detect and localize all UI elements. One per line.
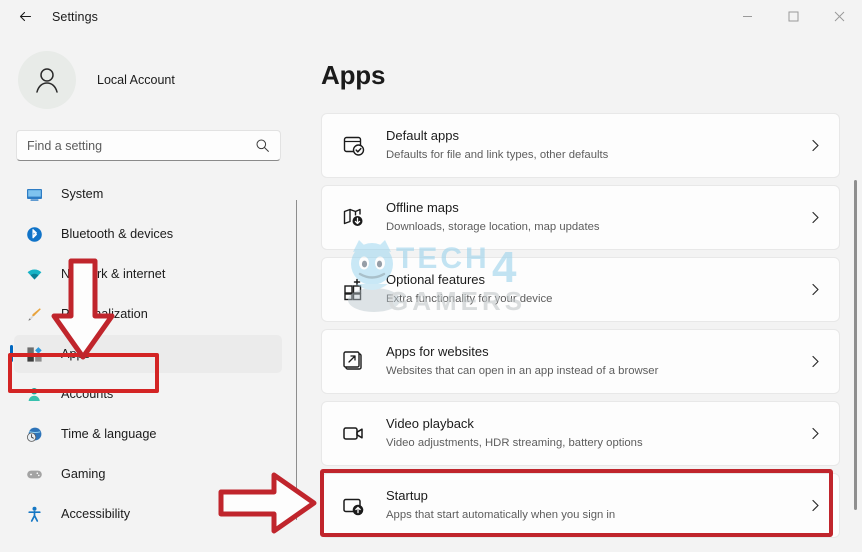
sidebar-item-apps[interactable]: Apps [10,335,282,373]
bluetooth-icon [25,225,44,244]
chevron-right-icon [808,354,823,369]
sidebar-nav: System Bluetooth & devices Network & int… [0,175,296,533]
card-text: Video playback Video adjustments, HDR st… [386,415,808,452]
accessibility-person-icon [25,505,44,524]
sidebar-item-label: Accessibility [61,507,131,521]
optional-features-icon [341,277,367,303]
sidebar-item-system[interactable]: System [14,175,282,213]
wifi-icon [25,265,44,284]
card-subtitle: Apps that start automatically when you s… [386,508,616,521]
sidebar-item-label: Gaming [61,467,106,481]
sidebar-item-bluetooth-devices[interactable]: Bluetooth & devices [14,215,282,253]
chevron-right-icon [808,138,823,153]
card-text: Optional features Extra functionality fo… [386,271,808,308]
card-subtitle: Downloads, storage location, map updates [386,220,600,233]
search-input[interactable] [27,138,255,153]
card-title: Startup [386,488,428,504]
card-video-playback[interactable]: Video playback Video adjustments, HDR st… [321,401,840,466]
sidebar-divider [296,200,297,520]
avatar [18,51,76,109]
content-scrollbar[interactable] [852,140,859,540]
card-subtitle: Video adjustments, HDR streaming, batter… [386,436,643,449]
video-playback-icon [341,421,367,447]
monitor-icon [25,185,44,204]
card-text: Apps for websites Websites that can open… [386,343,808,380]
close-button[interactable] [816,0,862,33]
card-text: Startup Apps that start automatically wh… [386,487,808,524]
sidebar-item-label: Accounts [61,387,114,401]
chevron-right-icon [808,282,823,297]
minimize-icon [742,16,752,17]
search-box[interactable] [16,130,281,161]
sidebar-item-personalization[interactable]: Personalization [14,295,282,333]
back-button[interactable] [8,2,42,32]
clock-globe-icon [25,425,44,444]
card-title: Default apps [386,128,459,144]
card-title: Apps for websites [386,344,489,360]
card-text: Default apps Defaults for file and link … [386,127,808,164]
page-title: Apps [321,60,386,90]
sidebar-item-gaming[interactable]: Gaming [14,455,282,493]
window-controls [724,0,862,33]
default-apps-icon [341,133,367,159]
maximize-icon [788,11,798,22]
sidebar: Local Account System [0,33,296,552]
game-controller-icon [25,465,44,484]
main-content: Apps Default apps Defaults for file and … [300,33,862,552]
chevron-right-icon [808,426,823,441]
sidebar-item-time-language[interactable]: Time & language [14,415,282,453]
card-title: Optional features [386,272,486,288]
card-startup[interactable]: Startup Apps that start automatically wh… [321,473,840,538]
card-default-apps[interactable]: Default apps Defaults for file and link … [321,113,840,178]
back-arrow-icon [19,11,31,22]
minimize-button[interactable] [724,0,770,33]
card-optional-features[interactable]: Optional features Extra functionality fo… [321,257,840,322]
card-title: Video playback [386,416,474,432]
maximize-button[interactable] [770,0,816,33]
settings-window: Settings Local Account Find a setting Sy… [0,0,862,552]
chevron-right-icon [808,498,823,513]
user-avatar-icon [36,68,58,93]
card-subtitle: Defaults for file and link types, other … [386,148,609,161]
scrollbar-thumb[interactable] [854,180,857,510]
sidebar-item-accounts[interactable]: Accounts [14,375,282,413]
chevron-right-icon [808,210,823,225]
account-block[interactable]: Local Account [18,49,296,111]
apps-for-websites-icon [341,349,367,375]
offline-maps-icon [341,205,367,231]
sidebar-item-label: Apps [61,347,90,361]
sidebar-item-label: Time & language [61,427,157,441]
settings-card-list: Default apps Defaults for file and link … [321,113,840,538]
account-name: Local Account [97,73,175,87]
paintbrush-icon [25,305,44,324]
title-bar: Settings [0,0,862,33]
sidebar-item-label: System [61,187,104,201]
card-title: Offline maps [386,200,459,216]
card-apps-for-websites[interactable]: Apps for websites Websites that can open… [321,329,840,394]
sidebar-item-label: Network & internet [61,267,166,281]
person-icon [25,385,44,404]
card-subtitle: Websites that can open in an app instead… [386,364,659,377]
startup-icon [341,493,367,519]
window-title: Settings [52,9,98,24]
sidebar-item-label: Personalization [61,307,148,321]
sidebar-item-network-internet[interactable]: Network & internet [14,255,282,293]
card-text: Offline maps Downloads, storage location… [386,199,808,236]
search-icon [255,138,270,153]
sidebar-item-label: Bluetooth & devices [61,227,174,241]
close-icon [834,11,844,22]
card-offline-maps[interactable]: Offline maps Downloads, storage location… [321,185,840,250]
sidebar-item-accessibility[interactable]: Accessibility [14,495,282,533]
apps-grid-icon [25,345,44,364]
card-subtitle: Extra functionality for your device [386,292,553,305]
